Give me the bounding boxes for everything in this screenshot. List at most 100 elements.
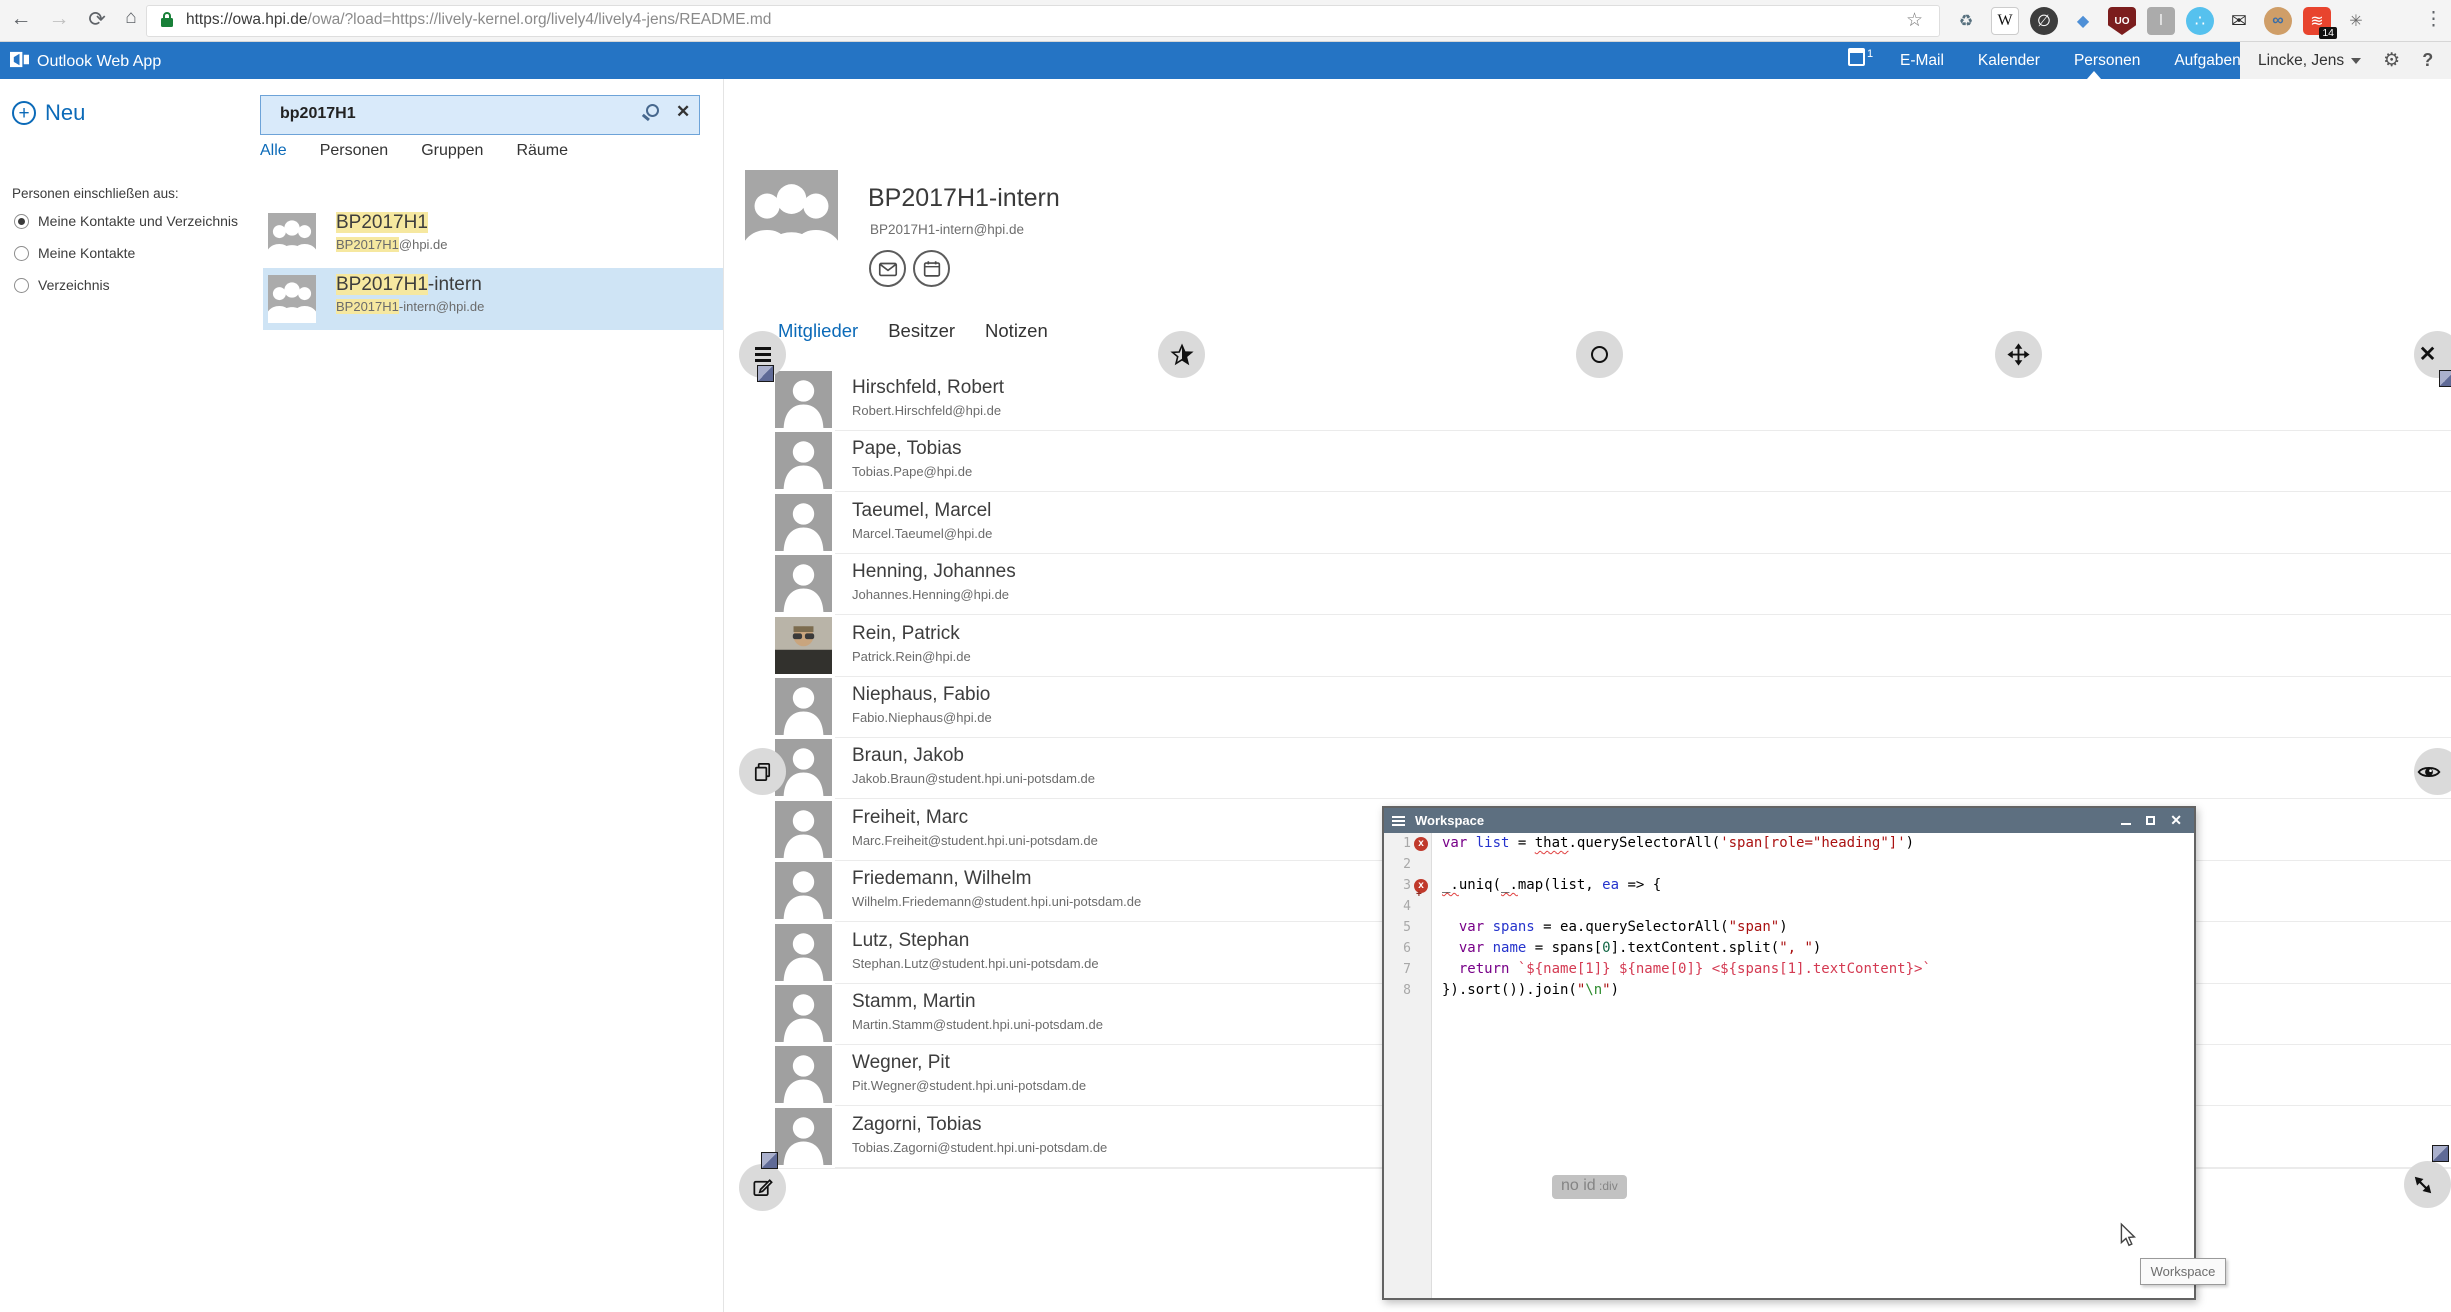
workspace-window[interactable]: Workspace ✕ 1x23x+45678 var list = that.… — [1382, 806, 2196, 1300]
lively-copy-button[interactable] — [739, 748, 786, 795]
forward-icon[interactable]: → — [44, 7, 74, 31]
plus-icon: + — [12, 101, 36, 125]
code-line[interactable] — [1442, 854, 2192, 875]
lively-star-button[interactable] — [1158, 331, 1205, 378]
code-line[interactable]: _.uniq(_.map(list, ea => { — [1442, 875, 2192, 896]
indicator-extension-icon[interactable]: I — [2147, 7, 2175, 35]
chrome-menu-icon[interactable]: ⋮ — [2424, 8, 2443, 31]
lively-ring-button[interactable] — [1576, 331, 1623, 378]
halo-handle[interactable] — [757, 365, 774, 382]
help-icon[interactable]: ? — [2422, 50, 2433, 71]
code-line[interactable]: var name = spans[0].textContent.split(",… — [1442, 938, 2192, 959]
radio-dot — [18, 218, 25, 225]
user-menu-chevron-icon[interactable] — [2351, 58, 2361, 64]
halo-handle[interactable] — [2439, 370, 2451, 387]
avatar-goggles-extension-icon[interactable]: ∞ — [2264, 7, 2292, 35]
owa-nav-email[interactable]: E-Mail — [1900, 52, 1944, 70]
workspace-editor[interactable]: 1x23x+45678 var list = that.querySelecto… — [1384, 833, 2194, 1298]
group-tab-mitglieder[interactable]: Mitglieder — [778, 320, 858, 342]
member-row[interactable]: Henning, JohannesJohannes.Henning@hpi.de — [775, 554, 2451, 615]
code-line[interactable]: var list = that.querySelectorAll('span[r… — [1442, 833, 2192, 854]
star-icon — [1170, 343, 1194, 367]
extension-extension-icon[interactable]: ✳ — [2342, 7, 2370, 35]
window-close-icon[interactable]: ✕ — [2170, 812, 2182, 829]
code-line[interactable]: var spans = ea.querySelectorAll("span") — [1442, 917, 2192, 938]
share-extension-icon[interactable]: ∴ — [2186, 7, 2214, 35]
owa-logo[interactable]: Outlook Web App — [10, 50, 161, 74]
workspace-titlebar[interactable]: Workspace ✕ — [1384, 808, 2194, 833]
search-filter-tabs: Alle Personen Gruppen Räume — [260, 142, 568, 160]
search-icon[interactable] — [646, 104, 659, 117]
wikipedia-w-extension-icon[interactable]: W — [1991, 7, 2019, 35]
search-result-item[interactable]: BP2017H1BP2017H1@hpi.de — [263, 206, 723, 268]
https-lock-icon[interactable] — [160, 11, 174, 34]
search-result-item[interactable]: BP2017H1-internBP2017H1-intern@hpi.de — [263, 268, 723, 330]
filter-tab-gruppen[interactable]: Gruppen — [421, 142, 483, 160]
ublock-origin-extension-icon[interactable]: UO — [2108, 7, 2136, 35]
member-name: Rein, Patrick — [852, 623, 960, 645]
error-badge-icon[interactable]: x+ — [1414, 879, 1428, 893]
back-icon[interactable]: ← — [6, 7, 36, 31]
inbox-extension-icon[interactable]: ✉ — [2225, 7, 2253, 35]
owa-nav-aufgaben[interactable]: Aufgaben — [2174, 52, 2240, 70]
reminder-icon[interactable]: 1 — [1848, 48, 1873, 66]
bookmark-star-icon[interactable]: ☆ — [1906, 9, 1923, 32]
group-tab-besitzer[interactable]: Besitzer — [888, 320, 955, 342]
lively-move-button[interactable] — [1995, 331, 2042, 378]
radio-icon[interactable] — [14, 278, 29, 293]
group-tab-notizen[interactable]: Notizen — [985, 320, 1048, 342]
code-line[interactable] — [1442, 896, 2192, 917]
filter-tab-alle[interactable]: Alle — [260, 142, 287, 160]
halo-handle[interactable] — [761, 1152, 778, 1169]
member-row[interactable]: Taeumel, MarcelMarcel.Taeumel@hpi.de — [775, 493, 2451, 554]
owa-nav-personen[interactable]: Personen — [2074, 52, 2140, 70]
resize-diagonal-icon — [2411, 1173, 2435, 1197]
settings-gear-icon[interactable]: ⚙ — [2383, 49, 2400, 72]
new-contact-button[interactable]: + Neu — [12, 100, 85, 126]
member-row[interactable]: Rein, PatrickPatrick.Rein@hpi.de — [775, 616, 2451, 677]
code-line[interactable]: return `${name[1]} ${name[0]} <${spans[1… — [1442, 959, 2192, 980]
filter-tab-räume[interactable]: Räume — [516, 142, 568, 160]
drive-extension-icon[interactable]: ◆ — [2069, 7, 2097, 35]
halo-handle[interactable] — [2432, 1145, 2449, 1162]
csp-blocker-extension-icon[interactable]: ∅ — [2030, 7, 2058, 35]
user-menu[interactable]: Lincke, Jens — [2258, 52, 2344, 70]
include-option[interactable]: Verzeichnis — [14, 277, 110, 293]
member-avatar — [775, 862, 832, 919]
member-row[interactable]: Niephaus, FabioFabio.Niephaus@hpi.de — [775, 677, 2451, 738]
member-row[interactable]: Braun, JakobJakob.Braun@student.hpi.uni-… — [775, 738, 2451, 799]
filter-tab-personen[interactable]: Personen — [320, 142, 389, 160]
minimize-icon[interactable] — [2121, 823, 2131, 825]
recycle-extension-icon[interactable]: ♻ — [1952, 7, 1980, 35]
code-line[interactable]: }).sort()).join("\n") — [1442, 980, 2192, 1001]
error-badge-icon[interactable]: x — [1414, 837, 1428, 851]
maximize-icon[interactable] — [2146, 816, 2155, 825]
member-name: Wegner, Pit — [852, 1052, 950, 1074]
member-row[interactable]: Pape, TobiasTobias.Pape@hpi.de — [775, 431, 2451, 492]
radio-icon[interactable] — [14, 246, 29, 261]
window-menu-icon[interactable] — [1392, 816, 1405, 826]
clear-search-icon[interactable]: ✕ — [676, 102, 690, 122]
gutter-line: 1x — [1384, 833, 1431, 854]
todoist-extension-icon[interactable]: ≋14 — [2303, 7, 2331, 35]
home-icon[interactable]: ⌂ — [116, 7, 146, 29]
radio-selected-icon[interactable] — [14, 214, 29, 229]
gutter-line: 5 — [1384, 917, 1431, 938]
member-row[interactable]: Hirschfeld, RobertRobert.Hirschfeld@hpi.… — [775, 370, 2451, 431]
include-option[interactable]: Meine Kontakte — [14, 245, 135, 261]
url-text[interactable]: https://owa.hpi.de/owa/?load=https://liv… — [186, 11, 771, 29]
editor-code[interactable]: var list = that.querySelectorAll('span[r… — [1442, 833, 2192, 1001]
member-name: Niephaus, Fabio — [852, 684, 990, 706]
mouse-cursor — [2116, 1222, 2142, 1253]
owa-nav-kalender[interactable]: Kalender — [1978, 52, 2040, 70]
line-number: 4 — [1397, 899, 1411, 914]
lively-resize-button[interactable] — [2404, 1161, 2451, 1208]
member-avatar — [775, 555, 832, 612]
refresh-icon[interactable]: ⟳ — [82, 7, 112, 32]
close-icon: ✕ — [2419, 342, 2437, 367]
send-mail-button[interactable] — [869, 250, 906, 287]
include-option[interactable]: Meine Kontakte und Verzeichnis — [14, 213, 238, 229]
lively-edit-button[interactable] — [739, 1164, 786, 1211]
calendar-button[interactable] — [913, 250, 950, 287]
browser-toolbar: ← → ⟳ ⌂ https://owa.hpi.de/owa/?load=htt… — [0, 0, 2451, 42]
